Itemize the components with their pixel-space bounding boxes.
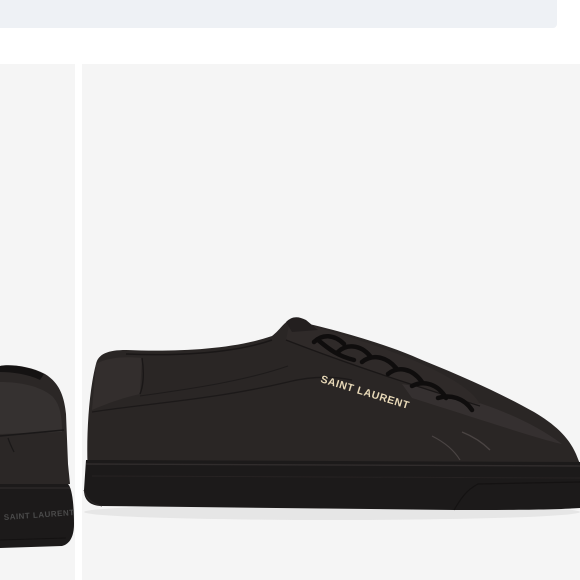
product-image-gallery: SAINT LAURENT SAINT LAURENT: [0, 64, 580, 580]
heel-view-image: SAINT LAURENT: [0, 365, 75, 548]
gallery-thumbnail-heel-view[interactable]: SAINT LAURENT: [0, 64, 75, 580]
search-bar[interactable]: [0, 0, 557, 28]
product-page: SAINT LAURENT SAINT LAURENT: [0, 0, 580, 580]
sneaker-side-view: SAINT LAURENT: [83, 317, 580, 520]
main-product-image[interactable]: SAINT LAURENT: [82, 64, 580, 580]
